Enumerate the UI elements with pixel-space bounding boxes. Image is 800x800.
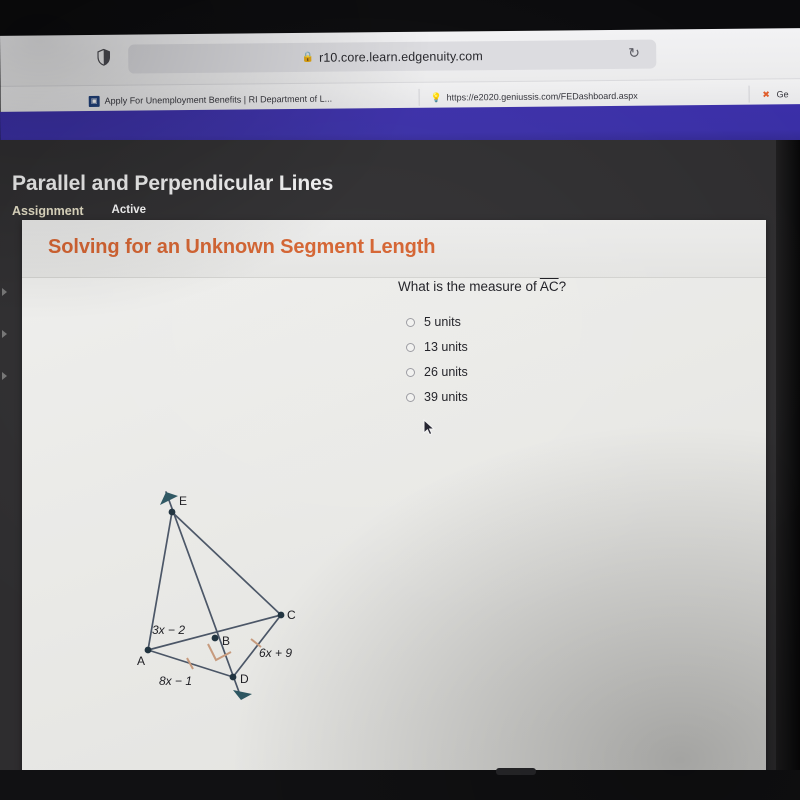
- radio-button[interactable]: [406, 317, 415, 327]
- activity-title: Solving for an Unknown Segment Length: [48, 236, 436, 258]
- breadcrumb-assignment[interactable]: Assignment: [12, 204, 84, 218]
- mouse-cursor: [423, 418, 437, 437]
- bookmark-divider: [748, 85, 750, 103]
- bulb-icon: 💡: [430, 92, 442, 103]
- bookmark-label: Ge: [776, 89, 789, 100]
- answer-option-label: 5 units: [424, 315, 461, 330]
- activity-card: Solving for an Unknown Segment Length E …: [22, 220, 766, 800]
- answer-option-label: 13 units: [424, 340, 468, 355]
- vertex-D: [229, 673, 237, 681]
- vertex-label-B: B: [222, 634, 231, 648]
- monitor-screen: 🔒 r10.core.learn.edgenuity.com ↻ ▣ Apply…: [0, 0, 800, 800]
- vertex-A: [144, 646, 152, 654]
- bookmark-label: https://e2020.geniussis.com/FEDashboard.…: [446, 90, 638, 103]
- puzzle-icon: ✖: [762, 88, 770, 100]
- vertex-label-C: C: [287, 608, 296, 622]
- answer-option[interactable]: 26 units: [398, 360, 738, 385]
- segment-label-cd: 6x + 9: [259, 646, 293, 660]
- vertex-label-E: E: [179, 494, 188, 508]
- arrowhead-top: [160, 492, 178, 505]
- page-icon: ▣: [88, 95, 100, 107]
- monitor-notch: [496, 768, 536, 775]
- vertex-B: [211, 634, 219, 642]
- lock-icon: 🔒: [301, 51, 315, 63]
- vertex-C: [277, 611, 285, 619]
- arrowhead-bottom: [233, 690, 252, 700]
- answer-option[interactable]: 13 units: [398, 335, 738, 360]
- answer-options: 5 units 13 units 26 units 39 units: [398, 310, 738, 410]
- answer-option[interactable]: 5 units: [398, 310, 738, 335]
- breadcrumb-status: Active: [111, 204, 147, 216]
- bookmark-item[interactable]: 💡 https://e2020.geniussis.com/FEDashboar…: [431, 87, 638, 107]
- browser-toolbar: 🔒 r10.core.learn.edgenuity.com ↻: [0, 28, 800, 86]
- address-bar[interactable]: 🔒 r10.core.learn.edgenuity.com: [128, 39, 657, 74]
- course-page: Parallel and Perpendicular Lines Assignm…: [0, 140, 800, 800]
- monitor-right-bezel: [776, 140, 800, 800]
- answer-option[interactable]: 39 units: [398, 385, 738, 410]
- rail-marker: [2, 288, 7, 296]
- radio-button[interactable]: [406, 392, 415, 402]
- segment-label-ad: 8x − 1: [159, 674, 193, 688]
- question-prompt-text: What is the measure of: [398, 279, 540, 294]
- geometry-figure: E A B C D 3x − 2 8x − 1 6x + 9: [126, 468, 326, 718]
- monitor-bottom-bezel: [0, 770, 800, 800]
- answer-option-label: 26 units: [424, 365, 468, 380]
- question-prompt: What is the measure of AC?: [398, 278, 738, 296]
- question-prompt-suffix: ?: [558, 279, 567, 294]
- vertex-label-A: A: [137, 654, 146, 668]
- answer-option-label: 39 units: [424, 390, 468, 405]
- rail-marker: [2, 330, 7, 338]
- bookmark-label: Apply For Unemployment Benefits | RI Dep…: [104, 93, 333, 106]
- browser-chrome: 🔒 r10.core.learn.edgenuity.com ↻ ▣ Apply…: [0, 28, 800, 116]
- activity-body: E A B C D 3x − 2 8x − 1 6x + 9 What is t…: [22, 278, 766, 790]
- bookmark-item[interactable]: ▣ Apply For Unemployment Benefits | RI D…: [88, 90, 333, 110]
- vertex-E: [168, 508, 176, 516]
- bookmark-item[interactable]: ✖ Ge: [761, 85, 789, 103]
- radio-button[interactable]: [406, 342, 415, 352]
- bookmark-divider: [418, 88, 420, 106]
- url-text: r10.core.learn.edgenuity.com: [318, 48, 483, 65]
- shield-icon[interactable]: [96, 48, 110, 69]
- segment-notation: AC: [539, 279, 559, 294]
- activity-header: Solving for an Unknown Segment Length: [22, 220, 766, 278]
- reload-button[interactable]: ↻: [628, 45, 640, 61]
- question-panel: What is the measure of AC? 5 units 13 un…: [398, 278, 738, 410]
- rail-marker: [2, 372, 7, 380]
- radio-button[interactable]: [406, 367, 415, 377]
- breadcrumb: Assignment Active: [12, 204, 146, 218]
- segment-label-ab: 3x − 2: [152, 623, 186, 637]
- vertex-label-D: D: [240, 672, 249, 686]
- page-title: Parallel and Perpendicular Lines: [12, 172, 334, 195]
